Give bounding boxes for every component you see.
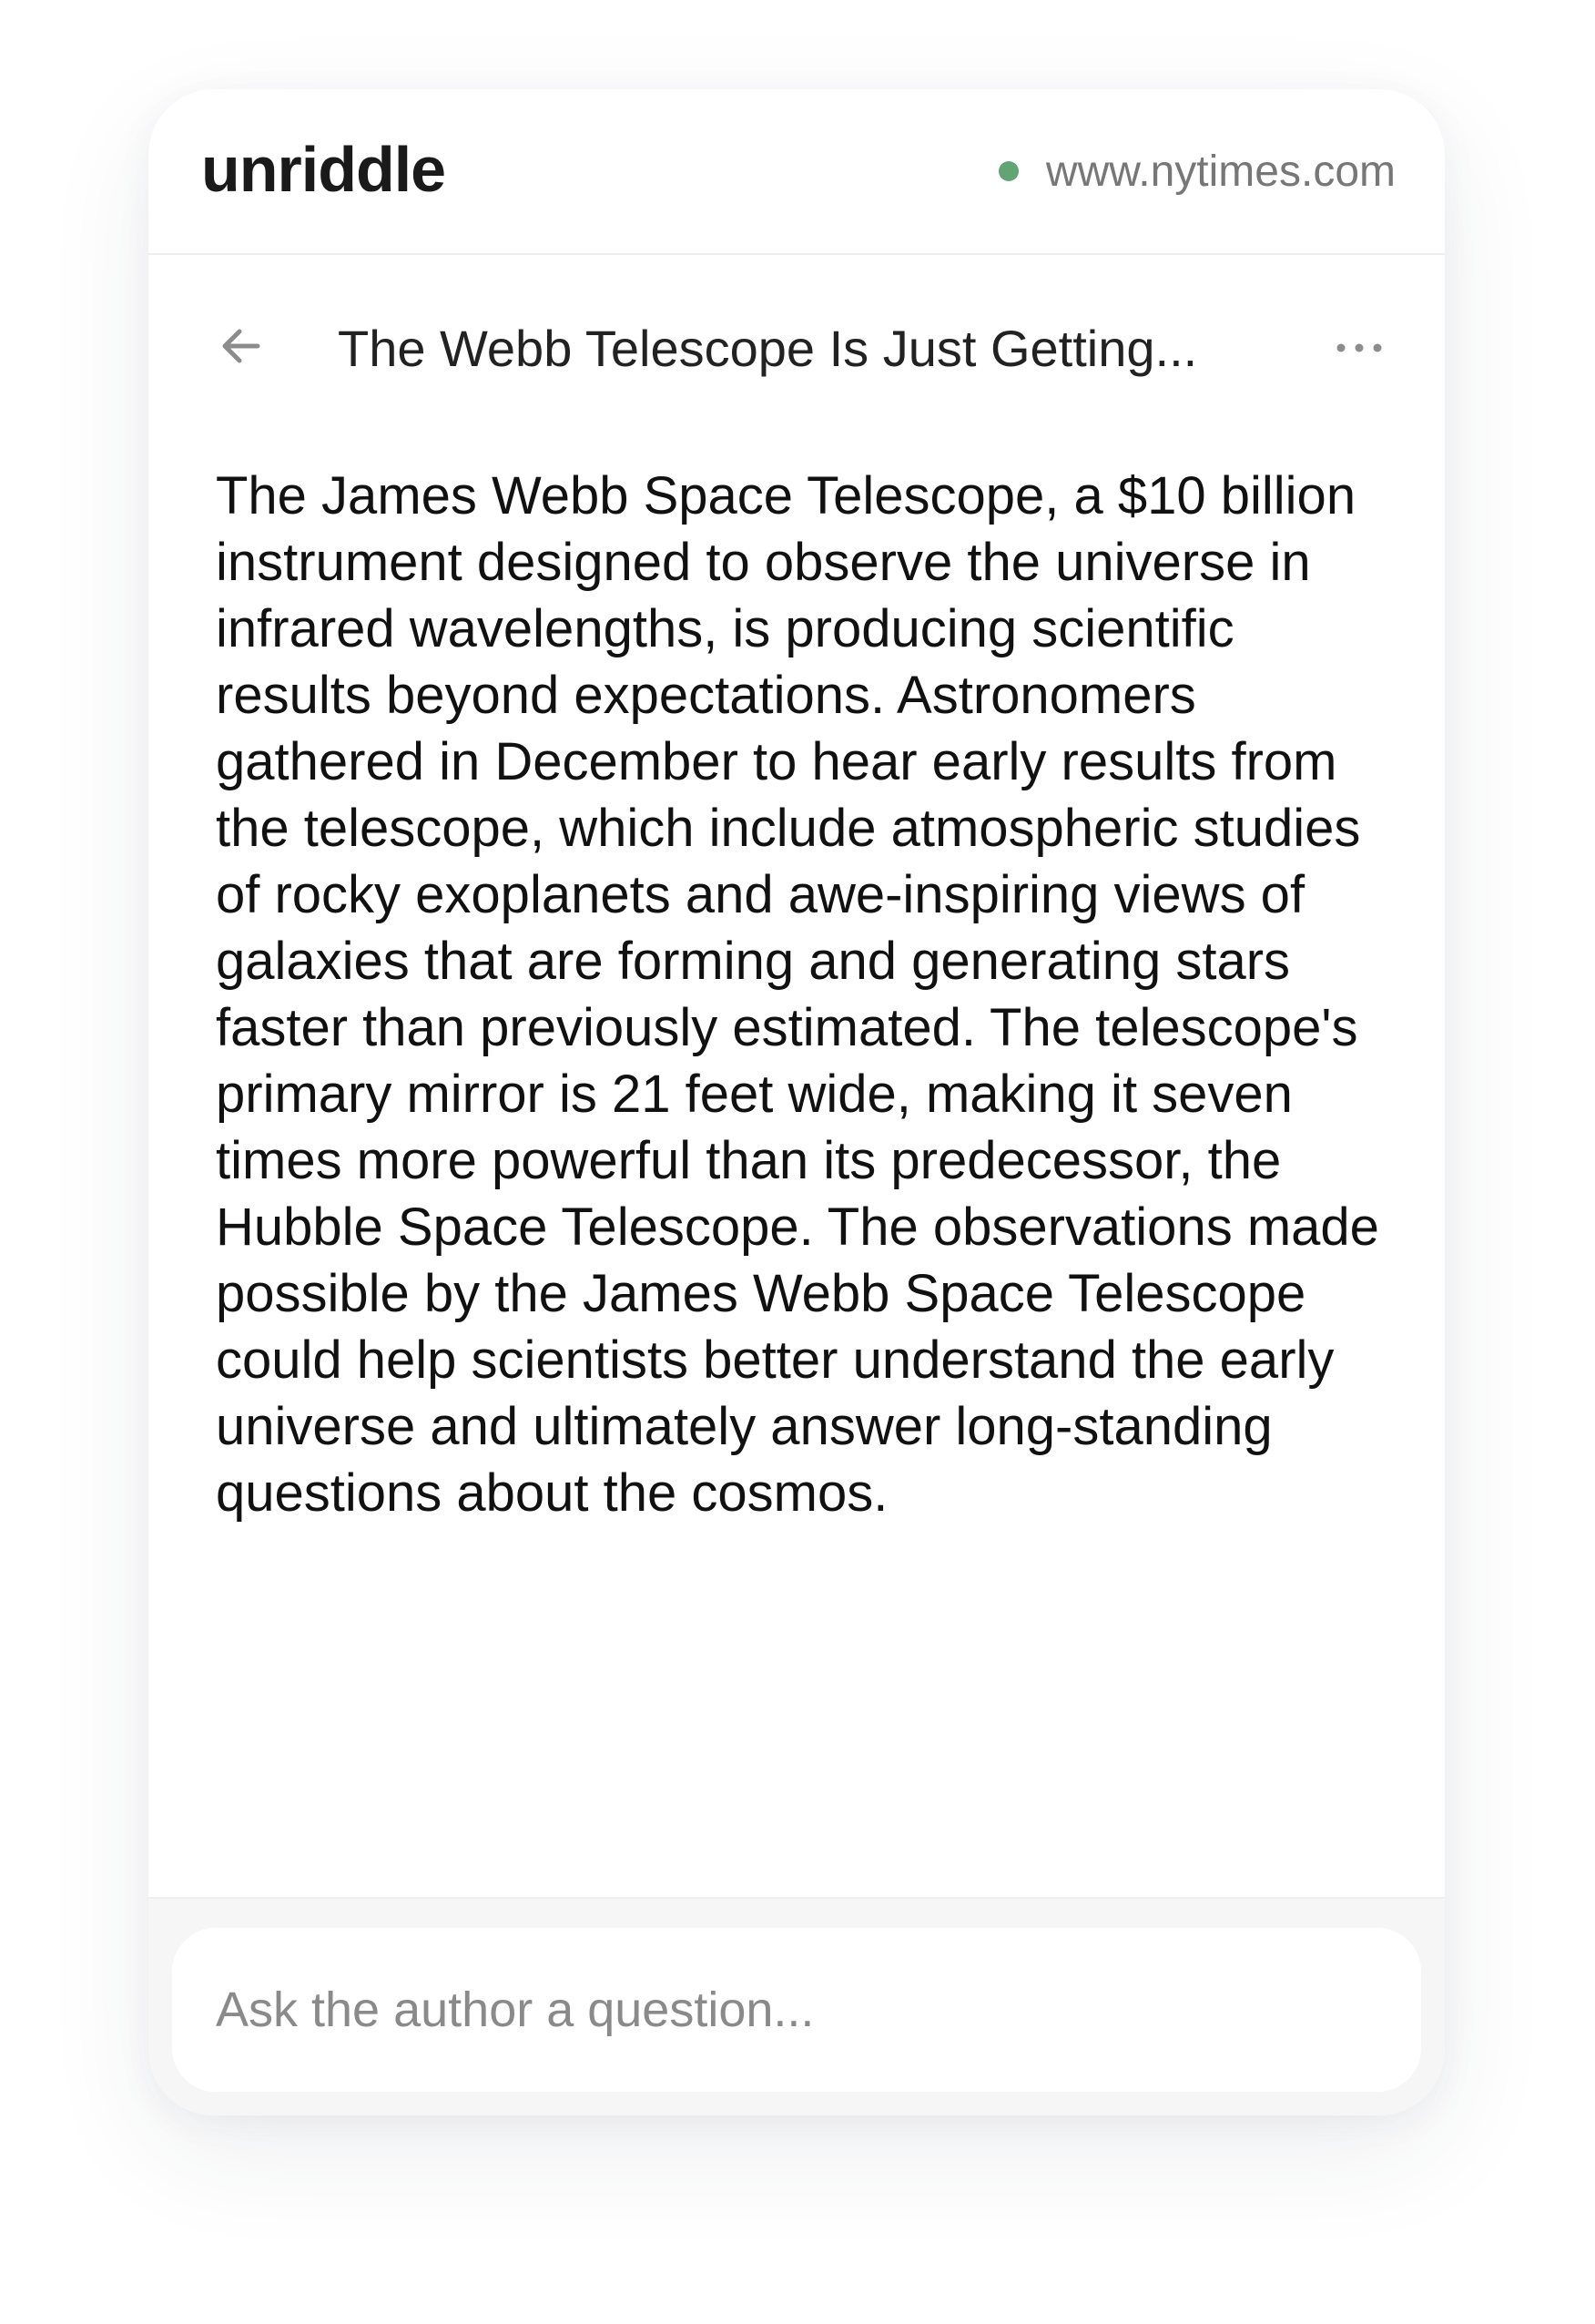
status-dot-icon	[998, 161, 1019, 181]
more-horizontal-icon[interactable]	[1332, 330, 1387, 366]
brand-logo: unriddle	[201, 134, 446, 205]
panel-header: unriddle www.nytimes.com	[148, 89, 1445, 255]
ask-question-input[interactable]	[172, 1928, 1421, 2092]
arrow-left-icon[interactable]	[214, 319, 269, 373]
source-site: www.nytimes.com	[998, 135, 1396, 208]
article-title: The Webb Telescope Is Just Getting...	[338, 320, 1198, 377]
article-summary: The James Webb Space Telescope, a $10 bi…	[216, 466, 1379, 1523]
article-titlebar: The Webb Telescope Is Just Getting...	[148, 255, 1445, 455]
source-site-url: www.nytimes.com	[1045, 147, 1396, 196]
question-footer	[148, 1897, 1445, 2115]
reader-panel: unriddle www.nytimes.com The Webb Telesc…	[148, 89, 1445, 2115]
